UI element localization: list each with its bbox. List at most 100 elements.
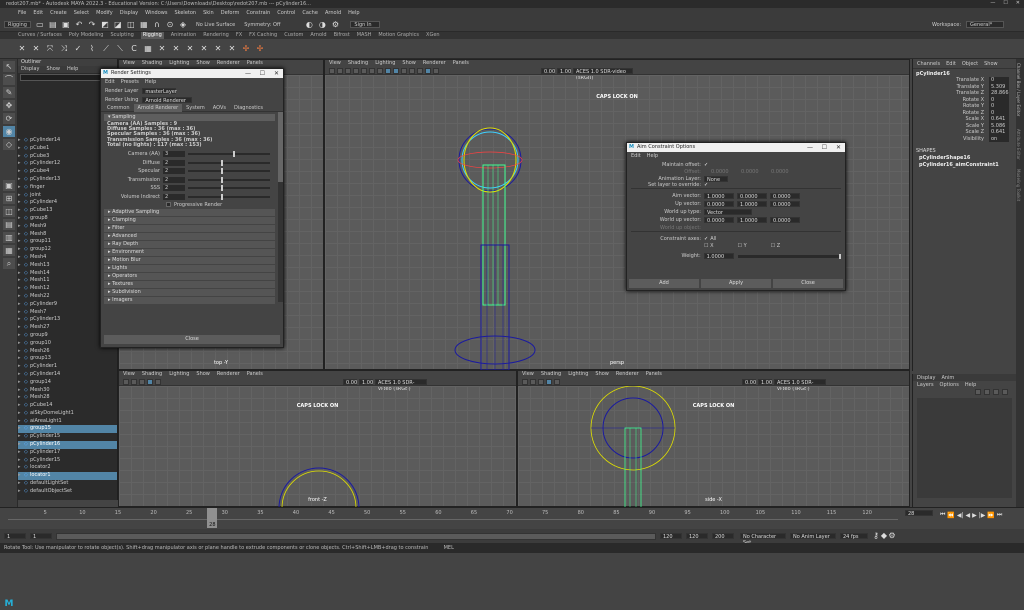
search-icon[interactable]: ⌕ bbox=[3, 258, 15, 269]
viewport-menu-panels[interactable]: Panels bbox=[646, 371, 662, 378]
vp-tool-icon[interactable] bbox=[433, 67, 439, 74]
outliner-item[interactable]: ▸ ◇ pCylinder15 bbox=[18, 457, 117, 465]
go-to-end-icon[interactable]: ⏭ bbox=[997, 511, 1002, 519]
aim-close-button[interactable]: Close bbox=[773, 278, 843, 288]
sampling-slider-handle[interactable] bbox=[220, 193, 223, 200]
menu-set-dropdown[interactable]: Rigging bbox=[4, 21, 31, 28]
viewport-menu-lighting[interactable]: Lighting bbox=[568, 371, 588, 378]
render-using-dropdown[interactable]: Arnold Renderer bbox=[142, 96, 193, 104]
render-section-operators[interactable]: ▸ Operators bbox=[104, 273, 275, 281]
outliner-item[interactable]: ▸ ◇ pCylinder16 bbox=[18, 441, 117, 449]
render-tab-diagnostics[interactable]: Diagnostics bbox=[230, 104, 267, 112]
weight-field[interactable]: 1.0000 bbox=[703, 253, 734, 260]
outliner-item[interactable]: ▸ ◇ group14 bbox=[18, 379, 117, 387]
insert-joint-icon[interactable]: ✕ bbox=[32, 44, 40, 54]
outliner-item[interactable]: ▸ ◇ Mesh26 bbox=[18, 348, 117, 356]
character-set-dropdown[interactable]: No Character Set bbox=[740, 533, 786, 546]
menu-edit[interactable]: Edit bbox=[33, 8, 43, 18]
auto-key-icon[interactable]: ◆ bbox=[880, 531, 888, 541]
shelf-tab-fx-caching[interactable]: FX Caching bbox=[249, 32, 277, 39]
shape-node[interactable]: pCylinderShape16 bbox=[919, 155, 1016, 162]
viewport-menu-panels[interactable]: Panels bbox=[247, 371, 263, 378]
render-tab-arnold-renderer[interactable]: Arnold Renderer bbox=[133, 103, 183, 112]
save-scene-icon[interactable]: ▣ bbox=[62, 20, 70, 30]
vp-tool-icon[interactable] bbox=[337, 67, 343, 74]
point-constraint-icon[interactable]: ✕ bbox=[158, 44, 166, 54]
render-settings-menu-presets[interactable]: Presets bbox=[121, 79, 139, 85]
sampling-slider-handle[interactable] bbox=[220, 176, 223, 183]
render-section-clamping[interactable]: ▸ Clamping bbox=[104, 217, 275, 225]
paint-select-icon[interactable]: ✎ bbox=[3, 87, 15, 98]
render-layer-dropdown[interactable]: masterLayer bbox=[142, 87, 177, 95]
viewport-menu-renderer[interactable]: Renderer bbox=[423, 60, 446, 67]
select-tool-icon[interactable]: ↖ bbox=[3, 61, 15, 72]
current-frame-field[interactable]: 28 bbox=[905, 510, 933, 517]
inner-end-field[interactable]: 120 bbox=[660, 533, 682, 540]
snap-grid-icon[interactable]: ▦ bbox=[140, 20, 148, 30]
undo-icon[interactable]: ↶ bbox=[75, 20, 83, 30]
layer-up-icon[interactable] bbox=[975, 389, 981, 395]
exposure-field[interactable]: 0.00 bbox=[343, 378, 357, 386]
outliner-item[interactable]: ▸ ◇ aiAreaLight1 bbox=[18, 418, 117, 426]
colorspace-dropdown[interactable]: ACES 1.0 SDR-video (sRGB) bbox=[774, 378, 826, 392]
aim-vector-y[interactable]: 0.0000 bbox=[737, 193, 767, 200]
ipr-render-icon[interactable]: ◑ bbox=[318, 20, 326, 30]
preferences-icon[interactable]: ⚙ bbox=[888, 531, 896, 541]
outliner-item[interactable]: ▸ ◇ defaultObjectSet bbox=[18, 488, 117, 496]
orient-constraint-icon[interactable]: ✕ bbox=[186, 44, 194, 54]
shelf-tab-sculpting[interactable]: Sculpting bbox=[110, 32, 133, 39]
minimize-icon[interactable]: — bbox=[245, 69, 251, 78]
render-section-ray-depth[interactable]: ▸ Ray Depth bbox=[104, 241, 275, 249]
open-scene-icon[interactable]: ▤ bbox=[49, 20, 57, 30]
viewport-menu-show[interactable]: Show bbox=[402, 60, 416, 67]
render-section-advanced[interactable]: ▸ Advanced bbox=[104, 233, 275, 241]
set-driven-key-icon[interactable]: ✢ bbox=[242, 44, 250, 54]
four-view-icon[interactable]: ⊞ bbox=[3, 193, 15, 204]
world-up-vector-y[interactable]: 1.0000 bbox=[737, 217, 767, 224]
step-forward-frame-icon[interactable]: |▶ bbox=[979, 512, 986, 519]
aim-menu-edit[interactable]: Edit bbox=[631, 153, 641, 159]
start-frame-field[interactable]: 1 bbox=[4, 533, 26, 540]
menu-create[interactable]: Create bbox=[50, 8, 67, 18]
menu-cache[interactable]: Cache bbox=[302, 8, 318, 18]
render-section-lights[interactable]: ▸ Lights bbox=[104, 265, 275, 273]
menu-modify[interactable]: Modify bbox=[96, 8, 113, 18]
vp-tool-icon[interactable] bbox=[401, 67, 407, 74]
minimize-icon[interactable]: — bbox=[807, 143, 813, 152]
sampling-slider-handle[interactable] bbox=[220, 185, 223, 192]
outliner-persp-icon[interactable]: ▥ bbox=[3, 232, 15, 243]
single-view-icon[interactable]: ▣ bbox=[3, 180, 15, 191]
outliner-item[interactable]: ▸ ◇ aiSkyDomeLight1 bbox=[18, 410, 117, 418]
shelf-tab-poly-modeling[interactable]: Poly Modeling bbox=[69, 32, 104, 39]
aim-menu-help[interactable]: Help bbox=[647, 153, 658, 159]
aim-constraint-titlebar[interactable]: M Aim Constraint Options — ☐ ✕ bbox=[627, 143, 845, 152]
last-tool-icon[interactable]: ◇ bbox=[3, 139, 15, 150]
vp-tool-icon[interactable] bbox=[123, 378, 129, 385]
world-up-type-dropdown[interactable]: Vector bbox=[704, 209, 752, 216]
camera-icon[interactable] bbox=[329, 67, 335, 74]
vp-tool-icon[interactable] bbox=[530, 378, 536, 385]
bind-skin-icon[interactable]: ⟋ bbox=[102, 44, 110, 54]
aim-apply-button[interactable]: Apply bbox=[701, 278, 771, 288]
cluster-icon[interactable]: C bbox=[130, 44, 138, 54]
maximize-icon[interactable]: ☐ bbox=[822, 143, 827, 152]
new-layer-selected-icon[interactable] bbox=[1002, 389, 1008, 395]
render-settings-titlebar[interactable]: M Render Settings — ☐ ✕ bbox=[101, 69, 283, 78]
graph-layout-icon[interactable]: ▦ bbox=[3, 245, 15, 256]
outliner-item[interactable]: ▸ ◇ pCylinder1 bbox=[18, 363, 117, 371]
end2-frame-field[interactable]: 200 bbox=[712, 533, 734, 540]
maintain-offset-checkbox[interactable]: ✓ bbox=[704, 162, 708, 168]
render-section-imagers[interactable]: ▸ Imagers bbox=[104, 297, 275, 305]
axis-x-checkbox[interactable]: ☐ X bbox=[704, 243, 714, 249]
viewport-menu-renderer[interactable]: Renderer bbox=[217, 371, 240, 378]
axis-z-checkbox[interactable]: ☐ Z bbox=[771, 243, 781, 249]
sampling-section[interactable]: ▾ Sampling bbox=[104, 114, 275, 121]
symmetry-label[interactable]: Symmetry: Off bbox=[244, 22, 280, 28]
layer-menu-options[interactable]: Options bbox=[940, 382, 959, 388]
menu-constrain[interactable]: Constrain bbox=[246, 8, 270, 18]
vp-tool-icon[interactable] bbox=[522, 378, 528, 385]
no-live-surface-label[interactable]: No Live Surface bbox=[196, 22, 235, 28]
current-frame-marker[interactable]: 28 bbox=[207, 508, 218, 528]
rotate-tool-icon[interactable]: ⟳ bbox=[3, 113, 15, 124]
up-vector-x[interactable]: 0.0000 bbox=[704, 201, 734, 208]
